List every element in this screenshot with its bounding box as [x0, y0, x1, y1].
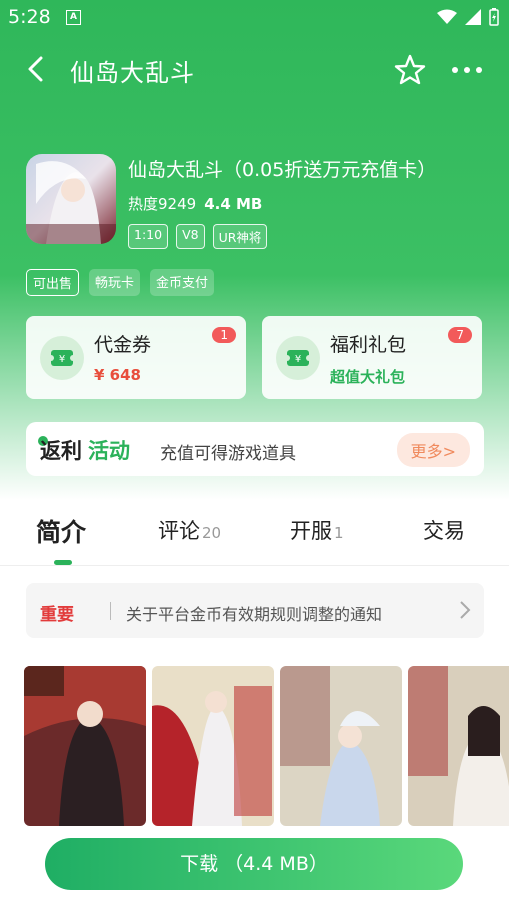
gift-pack-badge: 7: [448, 327, 472, 343]
rebate-activity-bar[interactable]: 返利 活动 充值可得游戏道具 更多>: [26, 422, 484, 476]
feature-tags: 可出售 畅玩卡 金币支付: [26, 269, 215, 296]
back-arrow-icon[interactable]: [22, 52, 52, 86]
tab-divider: [0, 565, 509, 566]
voucher-title: 代金券: [94, 334, 152, 356]
screenshot-gallery[interactable]: [24, 666, 509, 826]
star-icon[interactable]: [393, 53, 427, 87]
download-button[interactable]: 下载 （4.4 MB）: [45, 838, 463, 890]
voucher-amount: ¥ 648: [94, 366, 141, 384]
notice-separator: [110, 602, 111, 620]
gift-pack-subtitle: 超值大礼包: [330, 368, 406, 386]
battery-icon: [489, 8, 499, 26]
signal-icon: [465, 9, 481, 25]
meta-tag-ur: UR神将: [212, 224, 268, 249]
screenshot-4[interactable]: [408, 666, 509, 826]
feature-tag-sellable: 可出售: [26, 269, 80, 296]
screenshot-2[interactable]: [152, 666, 274, 826]
servers-count: 1: [334, 524, 344, 542]
voucher-badge: 1: [212, 327, 236, 343]
nav-title: 仙岛大乱斗: [70, 59, 195, 87]
rebate-more-button[interactable]: 更多>: [396, 433, 470, 467]
game-heat: 热度9249: [128, 195, 197, 213]
status-time: 5:28: [8, 6, 51, 28]
meta-tag-vip: V8: [176, 224, 205, 249]
feature-tag-coin-pay: 金币支付: [150, 269, 215, 296]
voucher-card[interactable]: ¥ 代金券 ¥ 648 1: [26, 316, 246, 399]
ticket-icon: ¥: [40, 336, 84, 380]
meta-tag-ratio: 1:10: [128, 224, 169, 249]
meta-tags: 1:10 V8 UR神将: [128, 224, 268, 249]
game-meta: 热度9249 4.4 MB: [128, 193, 262, 214]
notification-a-icon: A: [66, 10, 81, 25]
wifi-icon: [437, 9, 457, 24]
tab-servers[interactable]: 开服 1: [290, 515, 344, 545]
game-icon: [26, 154, 116, 244]
gift-pack-card[interactable]: ¥ 福利礼包 超值大礼包 7: [262, 316, 482, 399]
game-name: 仙岛大乱斗（0.05折送万元充值卡）: [128, 159, 437, 181]
notice-tag: 重要: [40, 605, 74, 625]
status-icons: [437, 8, 499, 26]
more-dots-icon[interactable]: [450, 53, 484, 87]
screenshot-3[interactable]: [280, 666, 402, 826]
feature-tag-playcard: 畅玩卡: [89, 269, 141, 296]
rebate-label: 返利: [40, 439, 82, 463]
activity-label: 活动: [88, 439, 130, 463]
notice-bar[interactable]: 重要 关于平台金币有效期规则调整的通知: [26, 583, 484, 638]
gift-pack-title: 福利礼包: [330, 334, 407, 356]
rebate-description: 充值可得游戏道具: [160, 444, 296, 464]
notice-text: 关于平台金币有效期规则调整的通知: [126, 605, 383, 624]
svg-text:¥: ¥: [295, 354, 301, 365]
tab-bar: 简介 评论 20 开服 1 交易: [0, 505, 509, 565]
chevron-right-icon: [460, 601, 471, 619]
tab-trade[interactable]: 交易: [423, 515, 465, 545]
svg-text:¥: ¥: [59, 354, 65, 365]
tab-intro[interactable]: 简介: [36, 513, 86, 549]
status-bar: 5:28 A: [0, 0, 509, 34]
comments-count: 20: [202, 524, 222, 542]
gift-ticket-icon: ¥: [276, 336, 320, 380]
tab-comments[interactable]: 评论 20: [158, 515, 221, 545]
screenshot-1[interactable]: [24, 666, 146, 826]
bottom-bar: 下载 （4.4 MB）: [0, 826, 509, 904]
game-size: 4.4 MB: [204, 195, 263, 213]
top-navigation: 仙岛大乱斗: [0, 44, 509, 94]
